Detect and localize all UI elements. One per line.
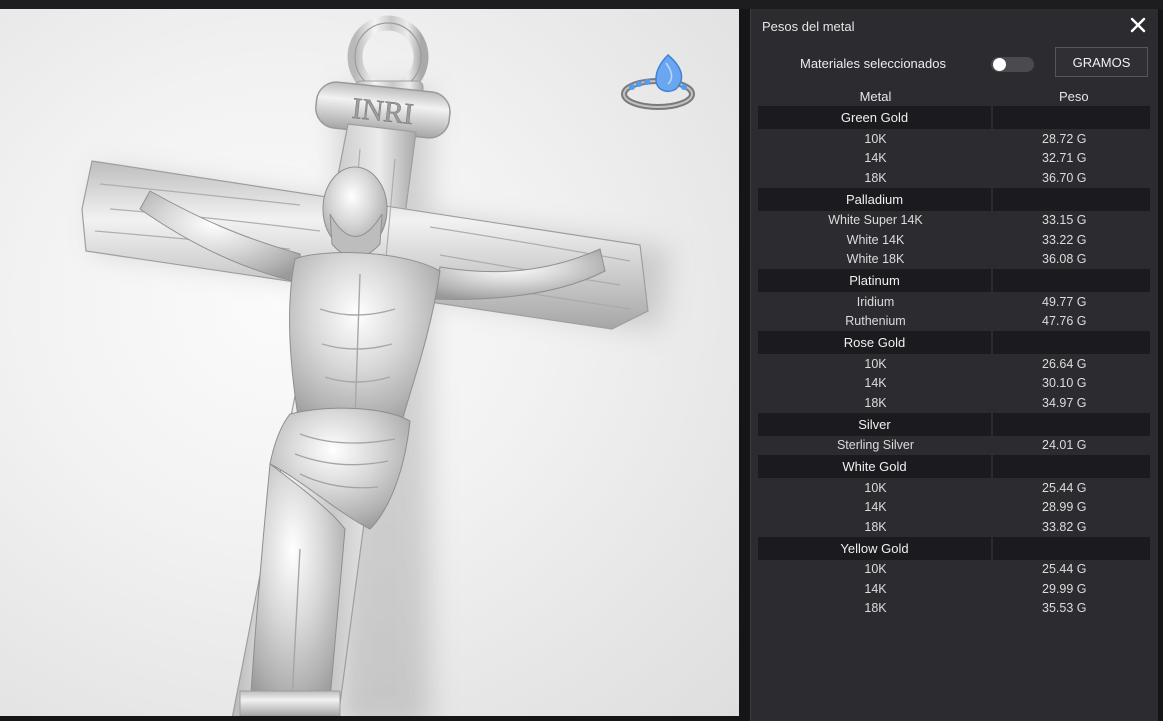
table-row: Iridium 49.77 G — [758, 292, 1150, 312]
alloy-weight: 47.76 G — [1042, 314, 1087, 329]
alloy-weight: 30.10 G — [1042, 376, 1087, 391]
panel-title: Pesos del metal — [762, 19, 855, 34]
metal-group-name: Rose Gold — [758, 331, 993, 354]
toggle-knob — [993, 58, 1006, 71]
table-row: 10K 25.44 G — [758, 478, 1150, 498]
table-row: White 14K 33.22 G — [758, 230, 1150, 250]
table-row: White 18K 36.08 G — [758, 250, 1150, 270]
alloy-weight: 32.71 G — [1042, 151, 1087, 166]
alloy-weight: 34.97 G — [1042, 395, 1087, 410]
table-row: 14K 32.71 G — [758, 149, 1150, 169]
metal-group-name: Yellow Gold — [758, 536, 993, 560]
alloy-weight: 36.08 G — [1042, 252, 1087, 267]
alloy-weight: 33.82 G — [1042, 519, 1087, 534]
table-header: Metal Peso — [758, 86, 1150, 106]
alloy-name: 18K — [864, 395, 887, 410]
alloy-weight: 28.99 G — [1042, 500, 1087, 515]
window-top-bar — [0, 0, 1163, 9]
alloy-name: White Super 14K — [828, 213, 923, 228]
table-row: Ruthenium 47.76 G — [758, 312, 1150, 332]
metal-group-name: Platinum — [758, 269, 993, 292]
table-row: Sterling Silver 24.01 G — [758, 436, 1150, 456]
table-row: 14K 29.99 G — [758, 579, 1150, 599]
selected-materials-toggle[interactable] — [991, 57, 1034, 72]
metal-group-weight-cell — [993, 269, 1150, 292]
alloy-name: White 14K — [846, 232, 905, 247]
alloy-name: White 18K — [846, 252, 905, 267]
metal-group-row: Green Gold — [758, 106, 1150, 129]
column-header-metal: Metal — [859, 88, 892, 104]
metal-group-weight-cell — [993, 106, 1150, 129]
table-row: White Super 14K 33.15 G — [758, 211, 1150, 231]
panel-header: Pesos del metal — [751, 9, 1158, 43]
alloy-weight: 29.99 G — [1042, 581, 1087, 596]
weights-table: Metal Peso Green Gold 10K 28.72 G 14K 32.71 … — [758, 86, 1150, 618]
alloy-weight: 49.77 G — [1042, 294, 1087, 309]
metal-weights-panel: Pesos del metal Materiales seleccionados… — [750, 9, 1158, 721]
metal-group-weight-cell — [993, 413, 1150, 436]
table-row: 10K 25.44 G — [758, 560, 1150, 580]
table-row: 14K 28.99 G — [758, 498, 1150, 518]
metal-group-name: Palladium — [758, 187, 993, 211]
ring-view-icon[interactable] — [620, 49, 700, 119]
column-header-weight: Peso — [1059, 88, 1089, 104]
metal-group-weight-cell — [993, 455, 1150, 478]
metal-group-row: Palladium — [758, 187, 1150, 211]
metal-group-row: Platinum — [758, 269, 1150, 292]
alloy-name: 10K — [864, 356, 887, 371]
table-row: 18K 33.82 G — [758, 517, 1150, 537]
metal-group-row: Yellow Gold — [758, 536, 1150, 560]
metal-group-name: Silver — [758, 412, 993, 436]
alloy-weight: 25.44 G — [1042, 562, 1087, 577]
alloy-weight: 33.22 G — [1042, 232, 1087, 247]
alloy-name: 14K — [864, 500, 887, 515]
metal-group-row: Silver — [758, 412, 1150, 436]
alloy-weight: 36.70 G — [1042, 170, 1087, 185]
3d-viewport[interactable]: INRI — [0, 9, 739, 716]
metal-group-weight-cell — [993, 331, 1150, 354]
table-row: 14K 30.10 G — [758, 374, 1150, 394]
alloy-name: 14K — [864, 581, 887, 596]
alloy-name: Ruthenium — [845, 314, 906, 329]
alloy-name: 14K — [864, 376, 887, 391]
alloy-weight: 35.53 G — [1042, 601, 1087, 616]
metal-group-row: White Gold — [758, 455, 1150, 478]
selected-materials-label: Materiales seleccionados — [800, 56, 946, 71]
metal-group-weight-cell — [993, 188, 1150, 211]
alloy-weight: 25.44 G — [1042, 480, 1087, 495]
alloy-name: 18K — [864, 170, 887, 185]
table-row: 18K 35.53 G — [758, 599, 1150, 619]
alloy-name: 18K — [864, 601, 887, 616]
metal-group-weight-cell — [993, 537, 1150, 560]
alloy-name: Sterling Silver — [836, 438, 915, 453]
alloy-weight: 26.64 G — [1042, 356, 1087, 371]
alloy-weight: 33.15 G — [1042, 213, 1087, 228]
units-button[interactable]: GRAMOS — [1055, 47, 1148, 77]
alloy-name: Iridium — [856, 294, 895, 309]
close-icon[interactable] — [1128, 15, 1148, 35]
alloy-name: 10K — [864, 131, 887, 146]
alloy-name: 14K — [864, 151, 887, 166]
alloy-name: 10K — [864, 562, 887, 577]
metal-group-name: White Gold — [758, 455, 993, 478]
table-row: 10K 28.72 G — [758, 129, 1150, 149]
alloy-weight: 28.72 G — [1042, 131, 1087, 146]
table-row: 10K 26.64 G — [758, 354, 1150, 374]
table-body: Green Gold 10K 28.72 G 14K 32.71 G 18K 36.70 G… — [758, 106, 1150, 618]
alloy-name: 10K — [864, 480, 887, 495]
panel-controls: Materiales seleccionados GRAMOS — [751, 43, 1158, 81]
alloy-weight: 24.01 G — [1042, 438, 1087, 453]
table-row: 18K 36.70 G — [758, 168, 1150, 188]
metal-group-name: Green Gold — [758, 106, 993, 129]
alloy-name: 18K — [864, 519, 887, 534]
metal-group-row: Rose Gold — [758, 331, 1150, 354]
table-row: 18K 34.97 G — [758, 393, 1150, 413]
